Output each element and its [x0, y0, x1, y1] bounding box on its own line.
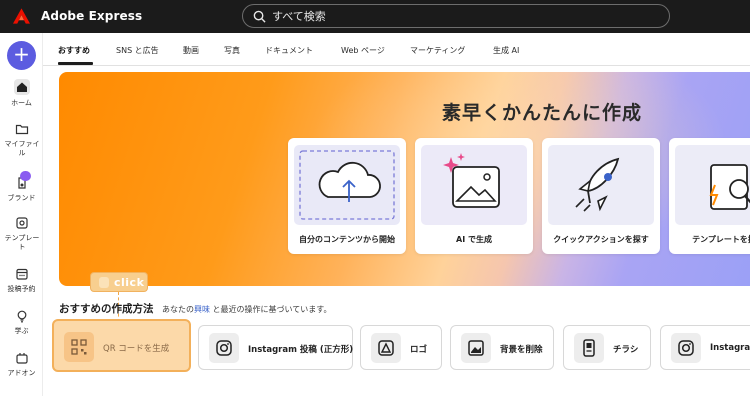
- tab-social-ads[interactable]: SNS と広告: [116, 45, 159, 56]
- sidebar-item-label: 学ぶ: [14, 327, 29, 335]
- quick-action-remove-background[interactable]: 背景を削除: [450, 325, 554, 370]
- tab-video[interactable]: 動画: [183, 45, 199, 56]
- quick-action-label: QR コードを生成: [103, 344, 170, 354]
- quick-action-flyer[interactable]: チラシ: [563, 325, 651, 370]
- subtitle-text: あなたの: [162, 305, 194, 314]
- quick-action-label: Instagram 投稿 (正方形): [248, 345, 354, 355]
- tab-webpage[interactable]: Web ページ: [341, 45, 385, 56]
- sidebar-item-label: ホーム: [11, 99, 32, 107]
- sidebar-item-addons[interactable]: アドオン: [0, 351, 43, 378]
- upload-cloud-icon: [299, 150, 395, 220]
- remove-background-icon: [461, 333, 491, 363]
- subtitle-text: と最近の操作に基づいています。: [212, 305, 332, 314]
- tab-photo[interactable]: 写真: [224, 45, 240, 56]
- logo-icon: [371, 333, 401, 363]
- click-annotation-label: click: [114, 276, 145, 289]
- mouse-icon: [99, 277, 109, 288]
- home-icon: [13, 79, 30, 95]
- quick-action-label: 背景を削除: [500, 345, 543, 355]
- search-input[interactable]: [272, 8, 652, 25]
- tab-document[interactable]: ドキュメント: [265, 45, 313, 56]
- card-label: 自分のコンテンツから開始: [299, 235, 395, 244]
- section-subtitle: あなたの興味 と最近の操作に基づいています。: [162, 304, 332, 315]
- sidebar-item-label: テンプレート: [4, 234, 40, 251]
- quick-action-label: ロゴ: [410, 345, 428, 355]
- template-search-icon: [709, 164, 750, 210]
- premium-crown-icon: [20, 171, 31, 181]
- folder-icon: [15, 124, 28, 135]
- create-button[interactable]: +: [7, 41, 36, 70]
- card-label: テンプレートを探す: [692, 235, 750, 244]
- sidebar-item-schedule[interactable]: 投稿予約: [0, 267, 43, 294]
- hero-title: 素早くかんたんに作成: [442, 102, 643, 124]
- rocket-icon: [575, 157, 620, 212]
- calendar-icon: [15, 268, 28, 280]
- sidebar-item-learn[interactable]: 学ぶ: [0, 309, 43, 336]
- sidebar-item-my-files[interactable]: マイファイル: [0, 122, 43, 158]
- click-annotation: click: [90, 272, 148, 292]
- sidebar-item-label: アドオン: [7, 369, 36, 377]
- sidebar-item-brand[interactable]: ブランド: [0, 171, 43, 203]
- card-art: [675, 145, 750, 225]
- template-icon: [15, 217, 28, 229]
- addon-icon: [15, 353, 28, 364]
- card-art: [421, 145, 527, 225]
- quick-action-label: Instagram: [710, 343, 750, 353]
- adobe-express-logo-icon[interactable]: [13, 8, 30, 24]
- top-bar: Adobe Express: [0, 0, 750, 33]
- tab-generative-ai[interactable]: 生成 AI: [493, 45, 519, 56]
- search-icon: [253, 10, 266, 23]
- app-title[interactable]: Adobe Express: [41, 9, 142, 23]
- sidebar-item-label: ブランド: [7, 194, 36, 202]
- search-bar[interactable]: [242, 4, 670, 28]
- card-label: AI で生成: [456, 235, 492, 244]
- card-start-from-content[interactable]: 自分のコンテンツから開始: [288, 138, 406, 254]
- card-art: [548, 145, 654, 225]
- sidebar-item-label: マイファイル: [4, 140, 40, 157]
- category-tabs: おすすめ SNS と広告 動画 写真 ドキュメント Web ページ マーケティン…: [43, 33, 750, 66]
- sidebar-item-templates[interactable]: テンプレート: [0, 216, 43, 252]
- quick-action-qr-code[interactable]: QR コードを生成: [52, 319, 191, 372]
- card-art: [294, 145, 400, 225]
- qr-code-icon: [64, 332, 94, 362]
- card-label: クイックアクションを探す: [553, 235, 649, 244]
- card-ai-generate[interactable]: AI で生成: [415, 138, 533, 254]
- card-find-templates[interactable]: テンプレートを探す: [669, 138, 750, 254]
- interest-link[interactable]: 興味: [194, 305, 210, 314]
- tab-recommended[interactable]: おすすめ: [58, 45, 90, 56]
- ai-image-icon: [443, 153, 500, 208]
- instagram-icon: [671, 333, 701, 363]
- sidebar-item-home[interactable]: ホーム: [0, 79, 43, 108]
- quick-action-logo[interactable]: ロゴ: [360, 325, 442, 370]
- card-quick-actions[interactable]: クイックアクションを探す: [542, 138, 660, 254]
- tab-marketing[interactable]: マーケティング: [410, 45, 465, 56]
- quick-action-label: チラシ: [613, 345, 639, 355]
- sidebar: + ホーム マイファイル ブランド テンプレート 投稿予約 学ぶ アドオン: [0, 33, 43, 396]
- instagram-icon: [209, 333, 239, 363]
- quick-action-instagram[interactable]: Instagram: [660, 325, 750, 370]
- quick-action-instagram-square[interactable]: Instagram 投稿 (正方形): [198, 325, 353, 370]
- active-tab-indicator: [58, 62, 93, 65]
- lightbulb-icon: [17, 310, 26, 323]
- flyer-icon: [574, 333, 604, 363]
- sidebar-item-label: 投稿予約: [7, 285, 36, 293]
- section-title: おすすめの作成方法: [59, 303, 154, 315]
